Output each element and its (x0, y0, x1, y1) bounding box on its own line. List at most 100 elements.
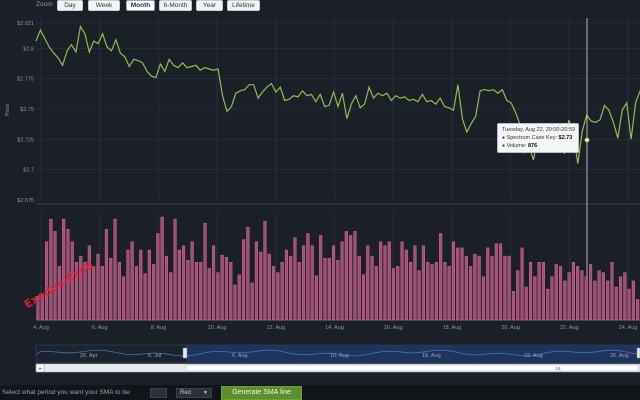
volume-bar (143, 273, 147, 321)
zoom-button-day[interactable]: Day (57, 0, 83, 11)
navigator-selection[interactable] (186, 345, 640, 363)
tooltip-volume-value: 876 (527, 143, 538, 149)
volume-bar (134, 266, 139, 321)
volume-bar (374, 266, 378, 321)
zoom-button-week[interactable]: Week (88, 0, 120, 11)
volume-bar (619, 276, 623, 321)
volume-bar (263, 220, 267, 321)
price-tick-label: $2.821 (17, 21, 34, 27)
volume-bar (62, 218, 66, 321)
series-dot-icon: ● (502, 135, 506, 141)
x-tick-label: 24. Aug (619, 325, 638, 331)
volume-bar (254, 241, 259, 321)
price-tick-label: $2.8 (23, 46, 34, 52)
tooltip-price-label: Spectrum Case Key: (506, 135, 557, 141)
x-tick-label: 10. Aug (208, 325, 227, 331)
volume-bar (336, 260, 340, 321)
volume-bar (396, 266, 400, 321)
x-tick-label: 20. Aug (501, 325, 520, 331)
market-chart[interactable]: $2.821 $2.8 $2.775 $2.75 $2.725 $2.7 $2.675 Pri… (0, 0, 640, 400)
price-tick-label: $2.675 (17, 198, 34, 204)
price-tick-label: $2.725 (17, 137, 34, 143)
volume-bar (302, 245, 306, 321)
tooltip-price-row: ● Spectrum Case Key: $2.73 (502, 134, 574, 142)
volume-bar (589, 264, 593, 321)
volume-bar (550, 276, 554, 321)
sma-color-select[interactable]: Red ▼ (176, 388, 212, 398)
volume-bar (139, 249, 143, 321)
volume-bar (104, 229, 108, 321)
volume-bar (469, 266, 473, 321)
volume-bar (224, 257, 229, 321)
volume-bar (563, 280, 567, 321)
navigator-scrollbar-thumb[interactable] (185, 364, 639, 372)
volume-bar (113, 218, 117, 321)
volume-bar (147, 249, 151, 321)
volume-bar (293, 237, 297, 321)
sma-period-input[interactable] (150, 388, 167, 398)
volume-bar (100, 266, 104, 321)
navigator-label: 18. Aug (422, 353, 441, 359)
scroll-thumb-grip: 16 (555, 366, 561, 371)
volume-bar (284, 249, 289, 321)
zoom-button-lifetime[interactable]: Lifetime (227, 0, 260, 11)
volume-bar (323, 258, 327, 321)
generate-sma-button[interactable]: Generate SMA line (221, 386, 302, 400)
x-tick-label: 4. Aug (33, 325, 49, 331)
price-axis-title: Price (5, 104, 11, 117)
volume-bar (194, 262, 199, 321)
volume-bar (597, 270, 601, 321)
volume-plot (36, 216, 640, 321)
volume-bar (584, 276, 588, 321)
volume-bar (516, 270, 520, 321)
price-tick-label: $2.775 (17, 77, 34, 83)
sma-controls: Select what period you want your SMA to … (0, 385, 640, 400)
volume-bar (443, 262, 447, 321)
volume-bar (173, 218, 177, 321)
navigator-label: 26. Aug (610, 353, 629, 359)
volume-bar (623, 272, 627, 321)
volume-bar (357, 255, 361, 321)
volume-bar (366, 245, 370, 321)
volume-bar (413, 245, 417, 321)
volume-bar (391, 268, 396, 321)
volume-bar (580, 270, 584, 321)
volume-bar (559, 266, 563, 321)
volume-bar (267, 253, 271, 321)
volume-bar (481, 276, 486, 321)
x-tick-label: 16. Aug (384, 325, 403, 331)
volume-bar (289, 255, 293, 321)
volume-bar (404, 249, 408, 321)
volume-bar (233, 284, 237, 321)
volume-bar (306, 233, 310, 321)
volume-bar (297, 262, 301, 321)
volume-bar (362, 274, 366, 321)
volume-bar (507, 255, 511, 321)
volume-bar (434, 262, 438, 321)
volume-bar (610, 262, 614, 321)
volume-bar (387, 241, 391, 321)
volume-bar (614, 286, 618, 321)
volume-bar (96, 253, 100, 321)
zoom-button-6-month[interactable]: 6-Month (159, 0, 192, 11)
navigator-left-handle[interactable] (182, 347, 188, 359)
navigator-label: 10. Aug (330, 353, 349, 359)
zoom-button-year[interactable]: Year (196, 0, 223, 11)
volume-bar (229, 262, 233, 321)
volume-bar (503, 255, 507, 321)
volume-bar (571, 262, 575, 321)
zoom-button-month[interactable]: Month (126, 0, 155, 11)
volume-bar (451, 241, 456, 321)
tooltip-volume-row: ● Volume: 876 (502, 142, 574, 150)
volume-bar (601, 272, 605, 321)
volume-bar (199, 262, 203, 321)
volume-bar (332, 245, 336, 321)
volume-bar (241, 239, 246, 321)
volume-bar (220, 254, 224, 321)
volume-bar (190, 241, 194, 321)
navigator[interactable]: 20. Apr 6. Jul 6. Aug 10. Aug 18. Aug 22. Aug… (35, 344, 640, 373)
volume-bar (593, 280, 597, 321)
volume-bar (117, 262, 121, 321)
volume-bar (426, 262, 430, 321)
volume-bar (567, 272, 571, 321)
